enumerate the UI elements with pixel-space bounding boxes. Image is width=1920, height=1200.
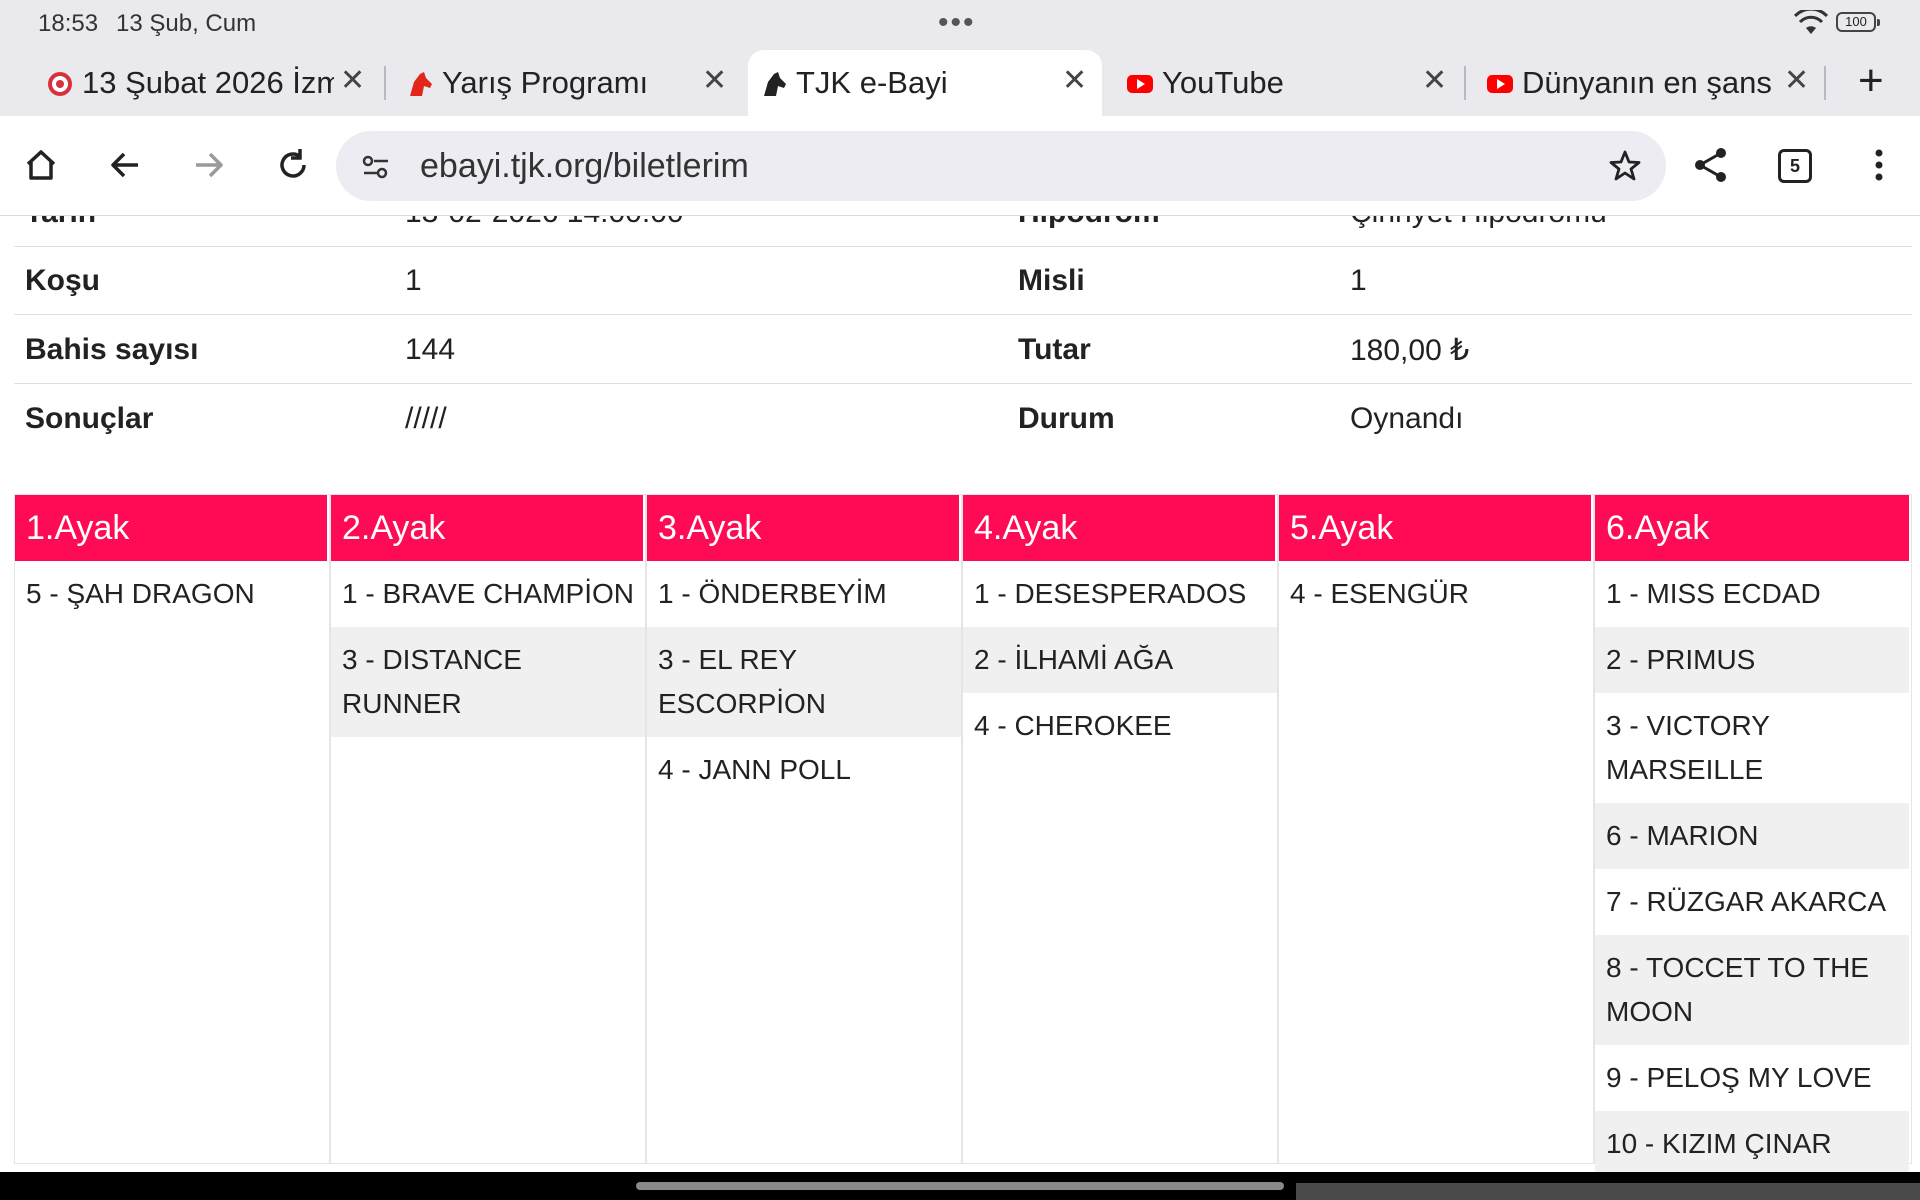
race-label: Koşu	[25, 264, 100, 297]
horse-entry: 1 - DESESPERADOS	[974, 578, 1247, 609]
tab-title: YouTube	[1162, 65, 1284, 100]
tab-strip: 13 Şubat 2026 İzm ✕ Yarış Programı ✕ TJK…	[0, 46, 1920, 116]
date: 13 Şub, Cum	[116, 10, 257, 37]
reload-icon[interactable]	[272, 144, 314, 186]
system-navigation-bar	[0, 1172, 1920, 1200]
amount-value: 180,00 ₺	[1350, 334, 1470, 367]
bookmark-star-icon[interactable]	[1606, 147, 1644, 185]
multiplier-value: 1	[1350, 264, 1367, 297]
status-value: Oynandı	[1350, 402, 1464, 435]
tab-dunyanin-en-sans[interactable]: Dünyanın en şans ✕	[1474, 50, 1814, 116]
forward-icon[interactable]	[188, 144, 230, 186]
youtube-icon	[1487, 75, 1513, 93]
multiplier-label: Misli	[1018, 264, 1085, 297]
more-dots-icon[interactable]: •••	[938, 6, 976, 40]
tab-title: 13 Şubat 2026 İzm	[82, 65, 334, 100]
address-bar[interactable]: ebayi.tjk.org/biletlerim	[336, 131, 1666, 201]
taskbar-strip	[1296, 1183, 1920, 1200]
results-value: /////	[405, 402, 447, 435]
tab-izmir[interactable]: 13 Şubat 2026 İzm ✕	[34, 50, 374, 116]
horse-entry: 8 - TOCCET TO THE MOON	[1595, 935, 1909, 1045]
results-label: Sonuçlar	[25, 402, 154, 435]
close-tab-icon[interactable]: ✕	[702, 64, 727, 98]
menu-icon[interactable]	[1858, 144, 1900, 186]
horse-head-red-icon	[410, 72, 432, 96]
hippodrome-label: Hipodrom	[1018, 216, 1160, 230]
close-tab-icon[interactable]: ✕	[1062, 64, 1087, 98]
close-tab-icon[interactable]: ✕	[1784, 64, 1809, 98]
bet-count-label: Bahis sayısı	[25, 333, 199, 366]
tab-yaris-programi[interactable]: Yarış Programı ✕	[394, 50, 734, 116]
home-icon[interactable]	[20, 144, 62, 186]
tab-separator	[1824, 66, 1826, 100]
clock: 18:53	[38, 10, 99, 37]
legs-table: 1.Ayak 5 - ŞAH DRAGON 2.Ayak 1 - BRAVE C…	[14, 494, 1912, 1172]
gesture-handle[interactable]	[636, 1182, 1284, 1190]
tab-youtube[interactable]: YouTube ✕	[1114, 50, 1454, 116]
youtube-icon	[1127, 75, 1153, 93]
bet-count-value: 144	[405, 333, 456, 366]
horse-entry: 4 - ESENGÜR	[1290, 578, 1469, 609]
leg-header: 5.Ayak	[1279, 495, 1593, 561]
site-settings-icon[interactable]	[360, 151, 392, 183]
wifi-icon	[1794, 10, 1828, 34]
battery-icon: 100	[1836, 12, 1880, 32]
horse-entry: 2 - PRIMUS	[1595, 627, 1909, 693]
back-icon[interactable]	[104, 144, 146, 186]
leg-column-2: 2.Ayak 1 - BRAVE CHAMPİON 3 - DISTANCE R…	[331, 495, 647, 1163]
tab-separator	[1464, 66, 1466, 100]
horse-entry: 6 - MARION	[1595, 803, 1909, 869]
system-status-bar: 18:53 13 Şub, Cum ••• 100	[0, 0, 1920, 46]
horse-entry: 10 - KIZIM ÇINAR	[1595, 1111, 1909, 1172]
horse-entry: 3 - VICTORY MARSEILLE	[1606, 710, 1770, 785]
leg-header: 2.Ayak	[331, 495, 645, 561]
horse-entry: 1 - ÖNDERBEYİM	[658, 578, 887, 609]
target-icon	[48, 72, 72, 96]
info-row-bahis: Bahis sayısı 144 Tutar 180,00 ₺	[14, 315, 1912, 384]
info-row-sonuclar: Sonuçlar ///// Durum Oynandı	[14, 384, 1912, 452]
leg-header: 3.Ayak	[647, 495, 961, 561]
page-content: Tarih 13-02-2026 14:00:00 Hipodrom Çinhy…	[0, 216, 1920, 1172]
horse-entry: 9 - PELOŞ MY LOVE	[1606, 1062, 1872, 1093]
leg-column-6: 6.Ayak 1 - MISS ECDAD 2 - PRIMUS 3 - VIC…	[1595, 495, 1909, 1172]
share-icon[interactable]	[1690, 144, 1732, 186]
date-label: Tarih	[25, 216, 96, 230]
tab-title: Yarış Programı	[442, 65, 649, 100]
horse-entry: 4 - CHEROKEE	[974, 710, 1172, 741]
leg-header: 4.Ayak	[963, 495, 1277, 561]
leg-column-5: 5.Ayak 4 - ESENGÜR	[1279, 495, 1595, 1163]
leg-column-1: 1.Ayak 5 - ŞAH DRAGON	[15, 495, 331, 1163]
horse-entry: 1 - MISS ECDAD	[1606, 578, 1821, 609]
tab-switcher-icon[interactable]: 5	[1778, 149, 1812, 183]
status-label: Durum	[1018, 402, 1115, 435]
horse-entry: 7 - RÜZGAR AKARCA	[1606, 886, 1887, 917]
horse-head-black-icon	[764, 72, 786, 96]
info-row-kosu: Koşu 1 Misli 1	[14, 246, 1912, 315]
close-tab-icon[interactable]: ✕	[1422, 64, 1447, 98]
horse-entry: 3 - EL REY ESCORPİON	[647, 627, 961, 737]
amount-label: Tutar	[1018, 333, 1091, 366]
leg-column-4: 4.Ayak 1 - DESESPERADOS 2 - İLHAMİ AĞA 4…	[963, 495, 1279, 1163]
horse-entry: 3 - DISTANCE RUNNER	[331, 627, 645, 737]
tab-title: Dünyanın en şans	[1522, 65, 1772, 100]
info-row-date: Tarih 13-02-2026 14:00:00 Hipodrom Çinhy…	[14, 216, 1912, 247]
url-text[interactable]: ebayi.tjk.org/biletlerim	[420, 147, 749, 186]
leg-column-3: 3.Ayak 1 - ÖNDERBEYİM 3 - EL REY ESCORPİ…	[647, 495, 963, 1163]
leg-header: 6.Ayak	[1595, 495, 1909, 561]
tab-separator	[384, 66, 386, 100]
new-tab-plus-icon[interactable]: +	[1858, 56, 1884, 106]
horse-entry: 2 - İLHAMİ AĞA	[963, 627, 1277, 693]
close-tab-icon[interactable]: ✕	[340, 64, 365, 98]
hippodrome-value: Çinhyet Hipodromu	[1350, 216, 1607, 230]
tab-title: TJK e-Bayi	[796, 65, 948, 100]
horse-entry: 4 - JANN POLL	[658, 754, 851, 785]
date-value: 13-02-2026 14:00:00	[405, 216, 684, 230]
race-value: 1	[405, 264, 422, 297]
leg-header: 1.Ayak	[15, 495, 329, 561]
browser-toolbar: ebayi.tjk.org/biletlerim 5	[0, 116, 1920, 216]
horse-entry: 5 - ŞAH DRAGON	[26, 578, 255, 609]
horse-entry: 1 - BRAVE CHAMPİON	[342, 578, 634, 609]
tab-tjk-ebayi[interactable]: TJK e-Bayi ✕	[748, 50, 1102, 116]
